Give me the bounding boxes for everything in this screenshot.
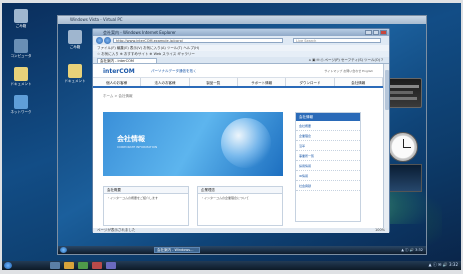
- host-desktop: ごみ箱 コンピュータ ドキュメント ネットワーク Windows Vista -…: [2, 3, 461, 270]
- icon-label: コンピュータ: [10, 54, 32, 58]
- status-bar: ページが表示されました 100%: [93, 228, 389, 233]
- site-global-nav: 個人のお客様 法人のお客様 製品一覧 サポート情報 ダウンロード 会社情報: [93, 78, 383, 88]
- folder-icon: [14, 67, 28, 81]
- side-menu-item[interactable]: 事業所一覧: [296, 151, 360, 161]
- hero-banner: 会社情報 CORPORATE INFORMATION: [103, 112, 283, 176]
- taskbar-app-icon[interactable]: [50, 262, 60, 269]
- close-button[interactable]: [380, 30, 388, 35]
- gadget-line: [389, 91, 413, 94]
- side-menu-item[interactable]: 会社概要: [296, 121, 360, 131]
- maximize-button[interactable]: [372, 30, 380, 35]
- side-menu: 会社情報 会社概要 企業理念 沿革 事業所一覧 採用情報 IR情報 社会貢献: [295, 112, 361, 222]
- site-top-links[interactable]: サイトマップ お問い合わせ English: [324, 69, 373, 73]
- icon-label: ネットワーク: [10, 110, 32, 114]
- clock-gadget[interactable]: [388, 132, 418, 162]
- side-menu-item[interactable]: 企業理念: [296, 131, 360, 141]
- virtual-machine-window[interactable]: Windows Vista - Virtual PC ごみ箱 ドキュメント 会社…: [57, 15, 427, 255]
- site-logo[interactable]: interCOM: [103, 68, 135, 75]
- vm-taskbar-button[interactable]: 会社案内 - Windows...: [154, 247, 200, 253]
- nav-item[interactable]: ダウンロード: [286, 78, 335, 86]
- taskbar-app-icon[interactable]: [64, 262, 74, 269]
- forward-button[interactable]: [104, 37, 111, 44]
- vm-taskbar: 会社案内 - Windows... ▲ ⓘ 🔊 3:32: [58, 246, 426, 254]
- host-start-button[interactable]: [4, 262, 12, 269]
- site-header: interCOM パーソナルデータ通信を拓く サイトマップ お問い合わせ Eng…: [93, 64, 383, 78]
- nav-item[interactable]: 会社情報: [335, 78, 383, 86]
- icon-label: ドキュメント: [10, 82, 32, 86]
- search-input[interactable]: Live Search: [293, 38, 381, 43]
- vm-start-button[interactable]: [60, 247, 67, 253]
- address-row: http://www.interCOM.example.jp/corp/ Liv…: [93, 36, 389, 45]
- content-box: 企業理念 ・インターコムの企業理念について: [197, 186, 283, 226]
- hero-subtitle: CORPORATE INFORMATION: [117, 145, 158, 149]
- scrollbar-thumb[interactable]: [385, 70, 389, 110]
- icon-label: ドキュメント: [64, 79, 86, 83]
- hero-title: 会社情報: [117, 135, 145, 143]
- web-page: interCOM パーソナルデータ通信を拓く サイトマップ お問い合わせ Eng…: [93, 64, 383, 228]
- browser-titlebar[interactable]: 会社案内 - Windows Internet Explorer: [93, 29, 389, 36]
- window-controls: [365, 30, 388, 35]
- vm-desktop: ごみ箱 ドキュメント 会社案内 - Windows Internet Explo…: [58, 24, 426, 246]
- zoom-level[interactable]: 100%: [375, 228, 385, 233]
- breadcrumb[interactable]: ホーム > 会社情報: [103, 94, 133, 99]
- vertical-scrollbar[interactable]: [383, 64, 389, 228]
- content-box-link[interactable]: ・インターコムの企業理念について: [198, 194, 282, 202]
- network-icon: [14, 95, 28, 109]
- vm-desktop-icon-documents[interactable]: ドキュメント: [60, 64, 90, 83]
- status-text: ページが表示されました: [97, 228, 136, 232]
- host-taskbar: ▲ ⓘ ✉ 🔊 3:32: [2, 261, 461, 270]
- side-menu-item[interactable]: 社会貢献: [296, 181, 360, 191]
- taskbar-app-icon[interactable]: [106, 262, 116, 269]
- nav-item[interactable]: 法人のお客様: [141, 78, 190, 86]
- host-system-tray[interactable]: ▲ ⓘ ✉ 🔊 3:32: [429, 262, 458, 268]
- vm-title: Windows Vista - Virtual PC: [70, 17, 123, 22]
- icon-label: ごみ箱: [15, 24, 27, 28]
- recycle-bin-icon: [14, 9, 28, 23]
- site-tagline: パーソナルデータ通信を拓く: [151, 69, 197, 73]
- nav-item[interactable]: 個人のお客様: [93, 78, 142, 86]
- back-button[interactable]: [96, 37, 103, 44]
- content-box-link[interactable]: ・インターコムの概要をご紹介します: [104, 194, 188, 202]
- clock-hand: [403, 147, 411, 148]
- host-desktop-icon-recycle-bin[interactable]: ごみ箱: [6, 9, 36, 28]
- gadget-line: [389, 97, 417, 100]
- side-menu-item[interactable]: 採用情報: [296, 161, 360, 171]
- recycle-bin-icon: [68, 30, 82, 44]
- nav-item[interactable]: サポート情報: [238, 78, 287, 86]
- command-bar: 会社案内 - interCOM ⌂ ▣ ✉ ⎙ ページ(P) セーフティ(S) …: [93, 57, 389, 64]
- vm-titlebar[interactable]: Windows Vista - Virtual PC: [58, 16, 426, 24]
- nav-item[interactable]: 製品一覧: [190, 78, 238, 86]
- icon-label: ごみ箱: [69, 45, 81, 49]
- address-bar[interactable]: http://www.interCOM.example.jp/corp/: [113, 38, 283, 43]
- globe-graphic: [221, 118, 271, 168]
- content-box-title[interactable]: 企業理念: [198, 187, 282, 194]
- vm-system-tray[interactable]: ▲ ⓘ 🔊 3:32: [401, 248, 423, 253]
- command-buttons[interactable]: ⌂ ▣ ✉ ⎙ ページ(P) セーフティ(S) ツール(O) ?: [309, 58, 383, 63]
- host-desktop-icon-documents[interactable]: ドキュメント: [6, 67, 36, 86]
- content-box-title[interactable]: 会社概要: [104, 187, 188, 194]
- screenshot-frame: ごみ箱 コンピュータ ドキュメント ネットワーク Windows Vista -…: [0, 0, 463, 274]
- taskbar-app-icon[interactable]: [78, 262, 88, 269]
- side-menu-heading: 会社情報: [296, 113, 360, 121]
- minimize-button[interactable]: [365, 30, 372, 35]
- computer-icon: [14, 39, 28, 53]
- side-menu-item[interactable]: 沿革: [296, 141, 360, 151]
- content-box: 会社概要 ・インターコムの概要をご紹介します: [103, 186, 189, 226]
- browser-window[interactable]: 会社案内 - Windows Internet Explorer http://…: [92, 28, 390, 233]
- folder-icon: [68, 64, 82, 78]
- gadget-line: [389, 85, 419, 88]
- host-desktop-icon-network[interactable]: ネットワーク: [6, 95, 36, 114]
- host-desktop-icon-computer[interactable]: コンピュータ: [6, 39, 36, 58]
- vm-desktop-icon-recycle-bin[interactable]: ごみ箱: [60, 30, 90, 49]
- taskbar-app-icon[interactable]: [92, 262, 102, 269]
- side-menu-item[interactable]: IR情報: [296, 171, 360, 181]
